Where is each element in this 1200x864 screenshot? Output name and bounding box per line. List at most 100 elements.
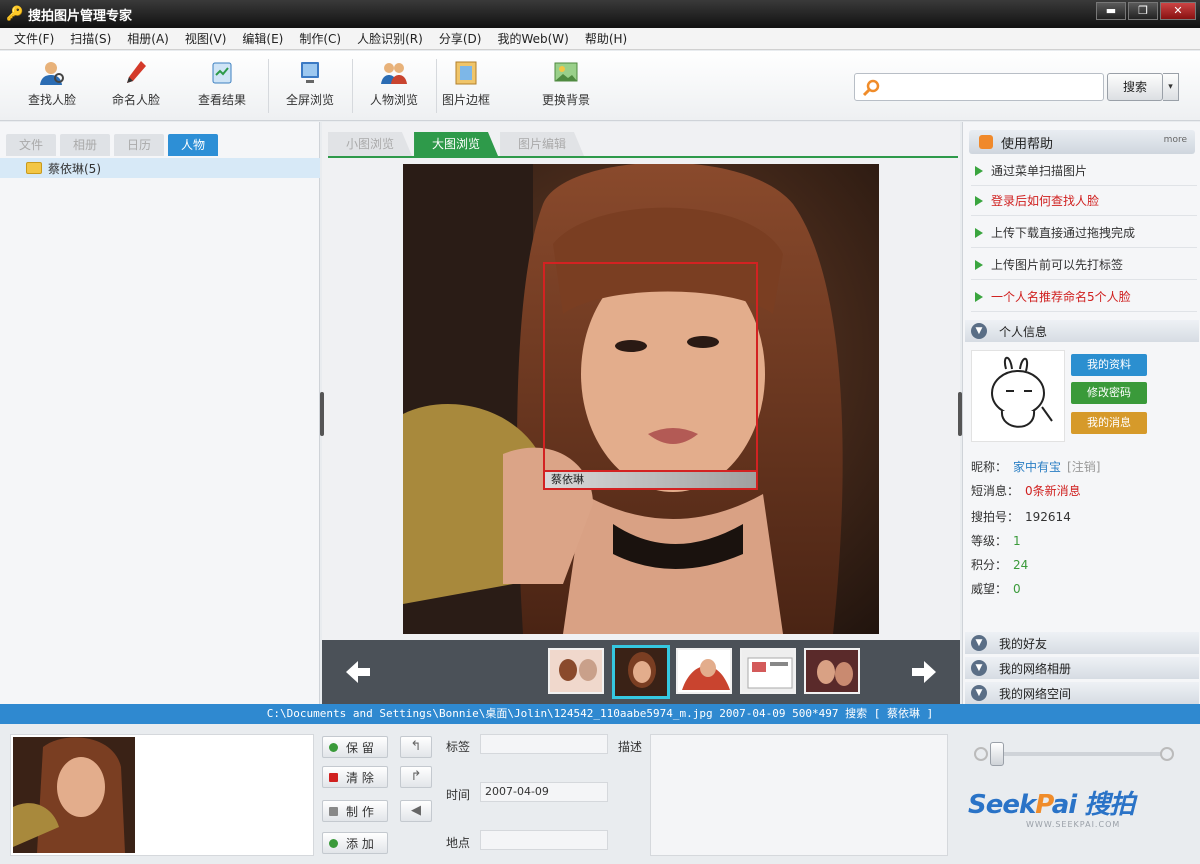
- find-face-button[interactable]: 查找人脸: [12, 59, 92, 108]
- menu-edit[interactable]: 编辑(E): [234, 30, 291, 47]
- name-face-button[interactable]: 命名人脸: [96, 59, 176, 108]
- my-profile-button[interactable]: 我的资料: [1071, 354, 1147, 376]
- face-name-tag[interactable]: 蔡依琳: [543, 472, 758, 490]
- tab-image-edit[interactable]: 图片编辑: [500, 132, 585, 156]
- toolbar-separator: [268, 59, 269, 113]
- change-password-button[interactable]: 修改密码: [1071, 382, 1147, 404]
- description-label: 描述: [618, 740, 643, 754]
- tab-albums[interactable]: 相册: [60, 134, 110, 156]
- change-background-label: 更换背景: [541, 93, 590, 107]
- search-dropdown-button[interactable]: ▾: [1163, 73, 1179, 101]
- help-header[interactable]: 使用帮助 more: [969, 130, 1195, 154]
- section-friends[interactable]: ▼ 我的好友: [965, 632, 1199, 654]
- rotate-left-button[interactable]: ↰: [400, 736, 432, 758]
- tag-label: 标签: [446, 740, 471, 754]
- info-nickname: 昵称： 家中有宝 [注销]: [971, 460, 1101, 474]
- tab-small-view[interactable]: 小图浏览: [328, 132, 413, 156]
- photo-frame-button[interactable]: 图片边框: [426, 59, 506, 108]
- section-web-space[interactable]: ▼ 我的网络空间: [965, 682, 1199, 704]
- tab-files[interactable]: 文件: [6, 134, 56, 156]
- title-bar: 🔑 搜拍图片管理专家 ▬ ❐ ✕: [0, 0, 1200, 28]
- time-label: 时间: [446, 788, 471, 802]
- green-arrow-icon: [975, 291, 983, 302]
- help-item[interactable]: 上传图片前可以先打标签: [971, 250, 1197, 280]
- zoom-out-icon[interactable]: [974, 747, 988, 761]
- help-item[interactable]: 登录后如何查找人脸: [971, 186, 1197, 216]
- view-tabs: 小图浏览 大图浏览 图片编辑: [328, 132, 586, 156]
- menu-file[interactable]: 文件(F): [6, 30, 62, 47]
- logout-link[interactable]: [注销]: [1067, 460, 1100, 474]
- find-face-label: 查找人脸: [27, 93, 76, 107]
- help-item[interactable]: 通过菜单扫描图片: [971, 156, 1197, 186]
- thumbnail[interactable]: [740, 648, 796, 694]
- help-more-link[interactable]: more: [1164, 135, 1187, 145]
- nickname-value[interactable]: 家中有宝: [1013, 460, 1061, 474]
- thumbnail[interactable]: [804, 648, 860, 694]
- place-field[interactable]: [480, 830, 608, 850]
- menu-face-recognition[interactable]: 人脸识别(R): [349, 30, 431, 47]
- time-field[interactable]: 2007-04-09: [480, 782, 608, 802]
- people-browse-button[interactable]: 人物浏览: [354, 59, 434, 108]
- fullscreen-button[interactable]: 全屏浏览: [270, 59, 350, 108]
- zoom-in-icon[interactable]: [1160, 747, 1174, 761]
- tab-calendar[interactable]: 日历: [114, 134, 164, 156]
- tab-large-view[interactable]: 大图浏览: [414, 132, 499, 156]
- pen-icon: [127, 61, 146, 83]
- menu-share[interactable]: 分享(D): [431, 30, 490, 47]
- help-item[interactable]: 上传下载直接通过拖拽完成: [971, 218, 1197, 248]
- search-box[interactable]: [854, 73, 1104, 101]
- minimize-button[interactable]: ▬: [1096, 2, 1126, 20]
- view-results-button[interactable]: 查看结果: [182, 59, 262, 108]
- previous-arrow-icon[interactable]: [342, 656, 374, 688]
- close-button[interactable]: ✕: [1160, 2, 1196, 20]
- seekpai-id-value: 192614: [1025, 510, 1071, 524]
- menu-help[interactable]: 帮助(H): [577, 30, 635, 47]
- place-label: 地点: [446, 836, 471, 850]
- points-value: 24: [1013, 558, 1029, 572]
- tab-people[interactable]: 人物: [168, 134, 218, 156]
- face-detection-box[interactable]: [543, 262, 758, 472]
- seekpai-logo: SeekPai 搜拍: [968, 790, 1135, 820]
- add-button[interactable]: 添 加: [322, 832, 388, 854]
- preview-thumbnail: [13, 737, 135, 853]
- menu-view[interactable]: 视图(V): [177, 30, 235, 47]
- restore-button[interactable]: ❐: [1128, 2, 1158, 20]
- menu-create[interactable]: 制作(C): [291, 30, 349, 47]
- zoom-slider-handle[interactable]: [990, 742, 1004, 766]
- menu-my-web[interactable]: 我的Web(W): [489, 30, 576, 47]
- keep-button[interactable]: 保 留: [322, 736, 388, 758]
- tag-field[interactable]: [480, 734, 608, 754]
- preview-box: [10, 734, 314, 856]
- make-button[interactable]: 制 作: [322, 800, 388, 822]
- thumbnail[interactable]: [676, 648, 732, 694]
- zoom-slider-track[interactable]: [990, 752, 1162, 756]
- menu-album[interactable]: 相册(A): [119, 30, 177, 47]
- section-profile-title: 个人信息: [999, 324, 1048, 339]
- search-input[interactable]: [889, 77, 1099, 97]
- description-textarea[interactable]: [650, 734, 948, 856]
- results-icon: [212, 62, 232, 84]
- help-icon: [979, 135, 993, 149]
- menu-scan[interactable]: 扫描(S): [62, 30, 119, 47]
- messages-value[interactable]: 0条新消息: [1025, 484, 1081, 498]
- section-profile-header[interactable]: ▼ 个人信息: [965, 320, 1199, 342]
- avatar[interactable]: [971, 350, 1065, 442]
- rotate-right-icon: ↱: [410, 769, 422, 784]
- thumbnail[interactable]: [548, 648, 604, 694]
- prestige-value: 0: [1013, 582, 1021, 596]
- next-arrow-icon[interactable]: [908, 656, 940, 688]
- search-button[interactable]: 搜索: [1107, 73, 1163, 101]
- my-messages-button[interactable]: 我的消息: [1071, 412, 1147, 434]
- chevron-down-icon: ▼: [971, 323, 987, 339]
- tab-underline: [328, 156, 958, 158]
- section-web-album[interactable]: ▼ 我的网络相册: [965, 657, 1199, 679]
- clear-button[interactable]: 清 除: [322, 766, 388, 788]
- green-arrow-icon: [975, 165, 983, 176]
- left-splitter-handle[interactable]: [320, 392, 324, 436]
- change-background-button[interactable]: 更换背景: [526, 59, 606, 108]
- share-button[interactable]: ◀: [400, 800, 432, 822]
- help-item[interactable]: 一个人名推荐命名5个人脸: [971, 282, 1197, 312]
- thumbnail-selected[interactable]: [612, 645, 670, 699]
- tree-item-person[interactable]: 蔡依琳(5): [0, 158, 320, 178]
- rotate-right-button[interactable]: ↱: [400, 766, 432, 788]
